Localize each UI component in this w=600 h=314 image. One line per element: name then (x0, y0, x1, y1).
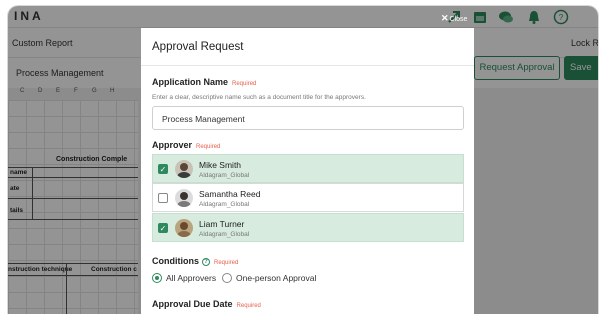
approver-checkbox[interactable] (158, 193, 168, 203)
conditions-label: Conditions? Required (152, 256, 239, 266)
dialog-title: Approval Request (141, 28, 474, 66)
approver-row[interactable]: Samantha Reed Aldagram_Global (152, 183, 464, 212)
approver-org: Aldagram_Global (199, 231, 250, 238)
question-icon[interactable]: ? (202, 258, 210, 266)
close-icon: ✕ (441, 13, 449, 23)
required-tag: Required (196, 144, 221, 150)
close-button[interactable]: ✕Close (441, 13, 467, 24)
approver-org: Aldagram_Global (199, 201, 250, 208)
application-name-label: Application Name Required (152, 77, 257, 87)
required-tag: Required (214, 260, 239, 266)
avatar (175, 189, 193, 207)
approval-due-date-label: Approval Due Date Required (152, 299, 261, 309)
one-person-approval-label[interactable]: One-person Approval (236, 273, 316, 283)
all-approvers-radio[interactable] (152, 273, 162, 283)
approver-name: Liam Turner (199, 219, 245, 229)
application-name-help: Enter a clear, descriptive name such as … (152, 94, 366, 101)
app-window: INA ? Custom Report Lock R Process Manag… (8, 6, 598, 314)
approver-row[interactable]: ✓ Liam Turner Aldagram_Global (152, 213, 464, 242)
all-approvers-label[interactable]: All Approvers (166, 273, 216, 283)
avatar (175, 160, 193, 178)
approver-checkbox[interactable]: ✓ (158, 223, 168, 233)
approval-request-dialog: Approval Request Application Name Require… (141, 28, 474, 314)
approver-row[interactable]: ✓ Mike Smith Aldagram_Global (152, 154, 464, 183)
one-person-approval-radio[interactable] (222, 273, 232, 283)
avatar (175, 219, 193, 237)
close-label: Close (449, 16, 468, 23)
application-name-input[interactable]: Process Management (152, 106, 464, 130)
required-tag: Required (232, 81, 257, 87)
approver-org: Aldagram_Global (199, 172, 250, 179)
approver-name: Samantha Reed (199, 189, 261, 199)
approver-name: Mike Smith (199, 160, 242, 170)
required-tag: Required (236, 303, 261, 309)
approver-checkbox[interactable]: ✓ (158, 164, 168, 174)
approver-label: Approver Required (152, 140, 221, 150)
